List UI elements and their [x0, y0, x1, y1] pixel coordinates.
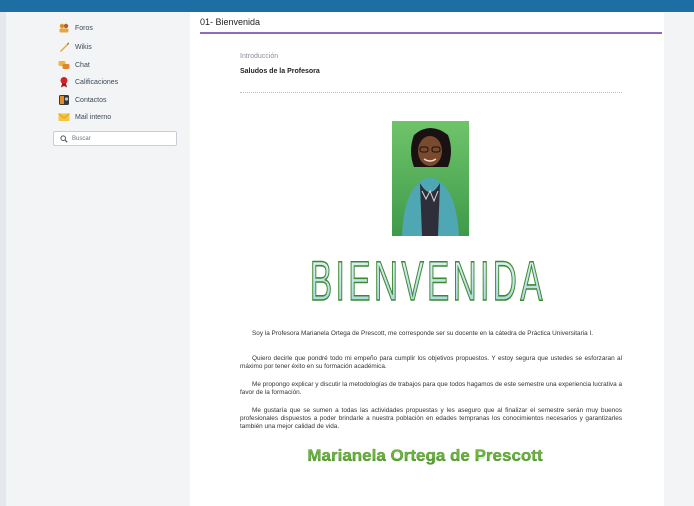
- signature-reflection: Marianela Ortega de Prescott: [308, 451, 544, 460]
- sidebar-item-contactos[interactable]: Contactos: [58, 93, 107, 107]
- sidebar-item-label: Mail interno: [75, 113, 112, 121]
- signature: Marianela Ortega de Prescott Marianela O…: [300, 442, 550, 476]
- mail-icon: [58, 111, 70, 123]
- sidebar-item-label: Contactos: [75, 96, 107, 104]
- title-divider: [200, 32, 662, 34]
- page-title: 01- Bienvenida: [200, 17, 261, 27]
- intro-paragraph-2: Quiero decirle que pondré todo mi empeño…: [240, 355, 622, 370]
- forum-icon: [58, 22, 70, 34]
- grades-icon: [58, 76, 70, 88]
- content-panel: 01- Bienvenida Introducción Saludos de l…: [190, 12, 664, 506]
- contacts-icon: [58, 94, 70, 106]
- resource-subtitle: Saludos de la Profesora: [240, 68, 320, 75]
- sidebar-item-label: Chat: [75, 61, 90, 69]
- sidebar-item-mail-interno[interactable]: Mail interno: [58, 110, 111, 124]
- sidebar-item-calificaciones[interactable]: Calificaciones: [58, 75, 118, 89]
- intro-paragraph-1: Soy la Profesora Marianela Ortega de Pre…: [252, 330, 594, 337]
- wiki-icon: [58, 41, 70, 53]
- top-bar: [0, 0, 694, 12]
- intro-paragraph-4: Me gustaría que se sumen a todas las act…: [240, 407, 622, 430]
- search-icon: [60, 130, 68, 148]
- sidebar-item-label: Foros: [75, 24, 93, 32]
- sidebar-item-wikis[interactable]: Wikis: [58, 40, 92, 54]
- sidebar-item-foros[interactable]: Foros: [58, 21, 93, 35]
- search-label: Buscar: [72, 135, 91, 142]
- welcome-banner: BIENVENIDA: [308, 248, 548, 313]
- welcome-banner-text: BIENVENIDA: [310, 250, 546, 312]
- left-edge: [0, 12, 6, 506]
- dotted-divider: [240, 92, 622, 93]
- search-input[interactable]: Buscar: [53, 131, 177, 146]
- sidebar: Foros Wikis Chat Calificaciones Contacto…: [44, 12, 184, 506]
- sidebar-item-chat[interactable]: Chat: [58, 58, 90, 72]
- sidebar-item-label: Wikis: [75, 43, 92, 51]
- intro-paragraph-3: Me propongo explicar y discutir la metod…: [240, 381, 622, 396]
- teacher-photo: [392, 121, 469, 236]
- section-label: Introducción: [240, 53, 279, 60]
- sidebar-item-label: Calificaciones: [75, 78, 119, 86]
- chat-icon: [58, 59, 70, 71]
